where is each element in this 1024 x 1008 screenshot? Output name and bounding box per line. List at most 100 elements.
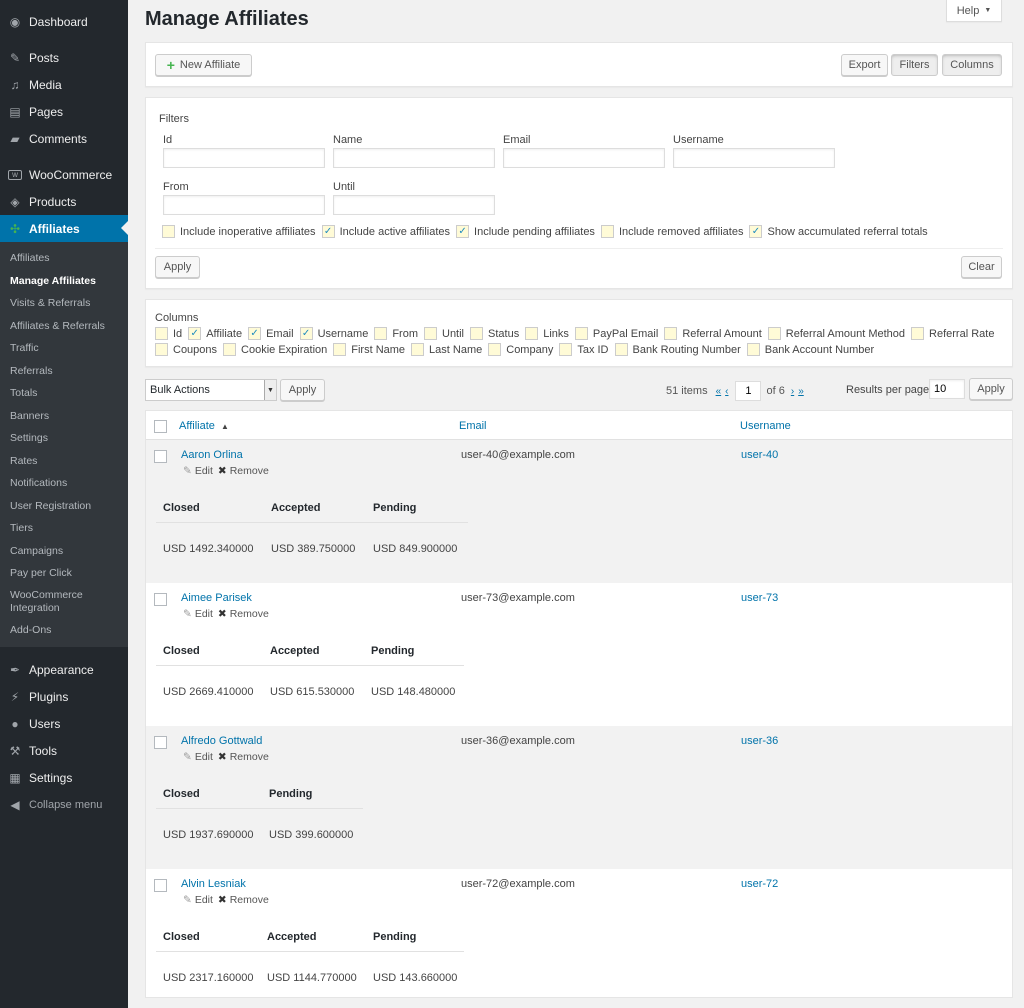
col-status-checkbox[interactable]	[470, 327, 484, 340]
affiliate-name-link[interactable]: Alvin Lesniak	[181, 878, 246, 890]
affiliate-name-link[interactable]: Alfredo Gottwald	[181, 735, 262, 747]
include-pending-checkbox[interactable]	[456, 225, 470, 238]
export-button[interactable]: Export	[841, 54, 888, 76]
edit-link[interactable]: Edit	[195, 608, 213, 620]
sub-item-manage-affiliates[interactable]: Manage Affiliates	[0, 270, 128, 293]
menu-appearance[interactable]: ✒ Appearance	[0, 656, 128, 683]
include-removed-checkbox[interactable]	[600, 225, 614, 238]
row-checkbox[interactable]	[154, 593, 167, 606]
remove-link[interactable]: Remove	[230, 894, 269, 906]
col-paypal-email-checkbox[interactable]	[574, 327, 588, 340]
edit-link[interactable]: Edit	[195, 465, 213, 477]
sub-item-rates[interactable]: Rates	[0, 450, 128, 473]
show-totals-checkbox[interactable]	[749, 225, 763, 238]
row-checkbox[interactable]	[154, 736, 167, 749]
bulk-actions-select[interactable]: Bulk Actions ▼	[145, 379, 277, 401]
col-email-checkbox[interactable]	[248, 327, 262, 340]
col-tax-id-checkbox[interactable]	[559, 343, 573, 356]
sub-item-notifications[interactable]: Notifications	[0, 472, 128, 495]
select-all-checkbox[interactable]	[154, 420, 167, 433]
col-cookie-expiration-checkbox[interactable]	[223, 343, 237, 356]
menu-posts[interactable]: ✎ Posts	[0, 44, 128, 71]
filter-email-input[interactable]	[503, 148, 665, 168]
sub-item-settings[interactable]: Settings	[0, 427, 128, 450]
sub-item-affiliates[interactable]: Affiliates	[0, 247, 128, 270]
menu-dashboard[interactable]: ◉ Dashboard	[0, 8, 128, 35]
col-affiliate-checkbox[interactable]	[188, 327, 202, 340]
remove-link[interactable]: Remove	[230, 751, 269, 763]
menu-pages[interactable]: ▤ Pages	[0, 98, 128, 125]
sub-item-visits-referrals[interactable]: Visits & Referrals	[0, 292, 128, 315]
affiliate-name-link[interactable]: Aimee Parisek	[181, 592, 252, 604]
menu-tools[interactable]: ⚒ Tools	[0, 737, 128, 764]
menu-affiliates[interactable]: ✣ Affiliates	[0, 215, 128, 242]
include-inoperative-checkbox[interactable]	[162, 225, 175, 238]
col-referral-rate-checkbox[interactable]	[911, 327, 925, 340]
columns-toggle-button[interactable]: Columns	[942, 54, 1002, 76]
col-bank-account-checkbox[interactable]	[746, 343, 760, 356]
affiliate-username-link[interactable]: user-72	[741, 878, 778, 890]
results-per-page-input[interactable]	[929, 379, 965, 399]
new-affiliate-button[interactable]: + New Affiliate	[155, 54, 252, 76]
edit-link[interactable]: Edit	[195, 894, 213, 906]
prev-page-link[interactable]: ‹	[725, 386, 728, 397]
affiliate-username-link[interactable]: user-73	[741, 592, 778, 604]
sub-item-add-ons[interactable]: Add-Ons	[0, 619, 128, 642]
bulk-apply-button[interactable]: Apply	[280, 379, 325, 401]
menu-woocommerce[interactable]: w WooCommerce	[0, 161, 128, 188]
sub-item-referrals[interactable]: Referrals	[0, 360, 128, 383]
filters-clear-button[interactable]: Clear	[961, 256, 1002, 278]
email-column-header[interactable]: Email	[459, 420, 487, 432]
sub-item-campaigns[interactable]: Campaigns	[0, 540, 128, 563]
username-column-header[interactable]: Username	[740, 420, 791, 432]
menu-settings[interactable]: ▦ Settings	[0, 764, 128, 791]
affiliate-column-header[interactable]: Affiliate ▲	[179, 420, 229, 432]
col-until-checkbox[interactable]	[424, 327, 437, 340]
col-company-checkbox[interactable]	[488, 343, 502, 356]
sub-item-totals[interactable]: Totals	[0, 382, 128, 405]
row-checkbox[interactable]	[154, 450, 167, 463]
sub-item-affiliates-referrals[interactable]: Affiliates & Referrals	[0, 315, 128, 338]
menu-comments[interactable]: ▰ Comments	[0, 125, 128, 152]
next-page-link[interactable]: ›	[791, 386, 794, 397]
col-username-checkbox[interactable]	[299, 327, 313, 340]
sub-item-pay-per-click[interactable]: Pay per Click	[0, 562, 128, 585]
affiliate-username-link[interactable]: user-36	[741, 735, 778, 747]
remove-link[interactable]: Remove	[230, 608, 269, 620]
col-coupons-checkbox[interactable]	[155, 343, 168, 356]
col-from-checkbox[interactable]	[374, 327, 388, 340]
menu-users[interactable]: ● Users	[0, 710, 128, 737]
collapse-menu-button[interactable]: ◀ Collapse menu	[0, 791, 128, 818]
row-checkbox[interactable]	[154, 879, 167, 892]
current-page-input[interactable]	[735, 381, 762, 401]
col-id-checkbox[interactable]	[155, 327, 168, 340]
col-referral-amount-checkbox[interactable]	[664, 327, 678, 340]
col-bank-routing-checkbox[interactable]	[614, 343, 628, 356]
col-links-checkbox[interactable]	[525, 327, 539, 340]
affiliate-name-link[interactable]: Aaron Orlina	[181, 449, 243, 461]
col-first-name-checkbox[interactable]	[333, 343, 347, 356]
sub-item-traffic[interactable]: Traffic	[0, 337, 128, 360]
edit-link[interactable]: Edit	[195, 751, 213, 763]
filter-name-input[interactable]	[333, 148, 495, 168]
help-tab-button[interactable]: Help ▼	[946, 0, 1002, 22]
filter-until-input[interactable]	[333, 195, 495, 215]
filters-toggle-button[interactable]: Filters	[891, 54, 938, 76]
filter-from-input[interactable]	[163, 195, 325, 215]
filters-apply-button[interactable]: Apply	[155, 256, 200, 278]
filter-id-input[interactable]	[163, 148, 325, 168]
sub-item-woocommerce-integration[interactable]: WooCommerce Integration	[0, 585, 100, 619]
filter-username-input[interactable]	[673, 148, 835, 168]
col-referral-amount-method-checkbox[interactable]	[767, 327, 781, 340]
include-active-checkbox[interactable]	[321, 225, 335, 238]
last-page-link[interactable]: »	[798, 386, 804, 397]
menu-plugins[interactable]: ⚡ Plugins	[0, 683, 128, 710]
menu-media[interactable]: ♫ Media	[0, 71, 128, 98]
menu-products[interactable]: ◈ Products	[0, 188, 128, 215]
sub-item-tiers[interactable]: Tiers	[0, 517, 128, 540]
sub-item-user-registration[interactable]: User Registration	[0, 495, 128, 518]
sub-item-banners[interactable]: Banners	[0, 405, 128, 428]
col-last-name-checkbox[interactable]	[411, 343, 425, 356]
remove-link[interactable]: Remove	[230, 465, 269, 477]
affiliate-username-link[interactable]: user-40	[741, 449, 778, 461]
